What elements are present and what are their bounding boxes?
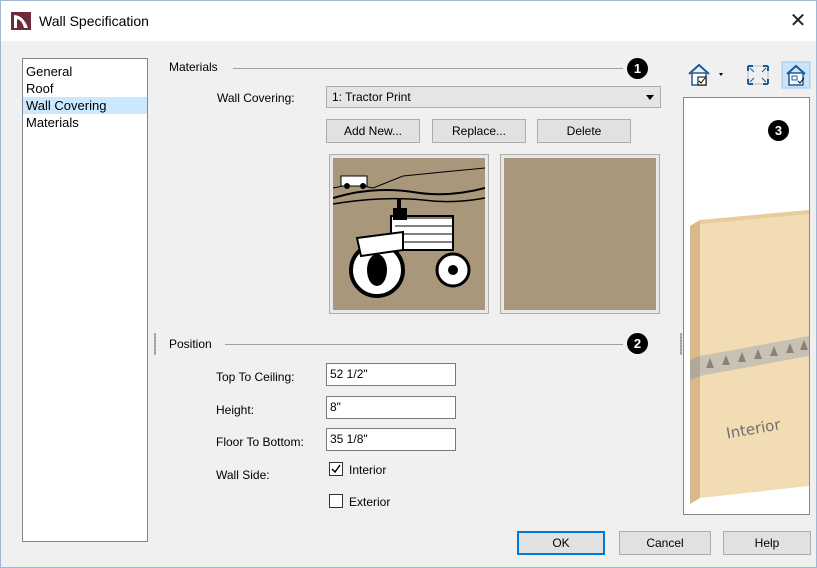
nav-item-roof[interactable]: Roof — [23, 80, 147, 97]
top-to-ceiling-input[interactable]: 52 1/2" — [326, 363, 456, 386]
nav-item-materials[interactable]: Materials — [23, 114, 147, 131]
title-bar: Wall Specification ✕ — [1, 1, 816, 41]
3d-preview-panel: 3 Interior — [683, 97, 810, 515]
nav-item-wall-covering[interactable]: Wall Covering — [23, 97, 147, 114]
material-color-preview — [500, 154, 660, 314]
wall-covering-label: Wall Covering: — [217, 91, 295, 105]
camera-view-dropdown[interactable] — [685, 61, 733, 89]
wall-3d-render — [690, 210, 809, 504]
exterior-label[interactable]: Exterior — [349, 495, 390, 509]
floor-to-bottom-label: Floor To Bottom: — [216, 435, 304, 449]
wall-covering-select[interactable]: 1: Tractor Print — [326, 86, 661, 108]
splitter-grip[interactable] — [154, 333, 156, 355]
chevron-down-icon — [646, 95, 654, 100]
exterior-checkbox[interactable] — [329, 494, 343, 508]
window-title: Wall Specification — [39, 13, 149, 29]
house-interior-icon — [781, 61, 811, 89]
fill-window-button[interactable] — [743, 61, 773, 89]
interior-checkbox[interactable] — [329, 462, 343, 476]
interior-label[interactable]: Interior — [349, 463, 386, 477]
callout-badge-1: 1 — [627, 58, 648, 79]
checkmark-icon — [331, 464, 341, 474]
floor-to-bottom-input[interactable]: 35 1/8" — [326, 428, 456, 451]
wall-side-label: Wall Side: — [216, 468, 270, 482]
add-new-button[interactable]: Add New... — [326, 119, 420, 143]
cancel-button[interactable]: Cancel — [619, 531, 711, 555]
material-image-preview — [329, 154, 489, 314]
dialog-window: Wall Specification ✕ General Roof Wall C… — [0, 0, 817, 568]
app-icon — [11, 12, 31, 30]
color-swatch — [504, 158, 656, 310]
house-view-icon — [688, 63, 723, 86]
position-group-label: Position — [169, 337, 212, 351]
replace-button[interactable]: Replace... — [432, 119, 526, 143]
wall-covering-value: 1: Tractor Print — [332, 90, 411, 104]
category-list: General Roof Wall Covering Materials — [22, 58, 148, 542]
top-to-ceiling-label: Top To Ceiling: — [216, 370, 295, 384]
nav-item-general[interactable]: General — [23, 63, 147, 80]
height-input[interactable]: 8" — [326, 396, 456, 419]
splitter-grip-right[interactable] — [680, 333, 682, 355]
height-label: Height: — [216, 403, 255, 417]
ok-button[interactable]: OK — [517, 531, 605, 555]
fill-window-icon — [747, 65, 769, 85]
close-icon: ✕ — [789, 10, 807, 32]
interior-view-toggle[interactable] — [781, 61, 811, 89]
close-button[interactable]: ✕ — [784, 7, 812, 35]
delete-button[interactable]: Delete — [537, 119, 631, 143]
tractor-print-image — [333, 158, 485, 310]
materials-group-label: Materials — [169, 60, 218, 74]
help-button[interactable]: Help — [723, 531, 811, 555]
callout-badge-2: 2 — [627, 333, 648, 354]
position-divider — [225, 344, 623, 345]
materials-divider — [233, 68, 623, 69]
